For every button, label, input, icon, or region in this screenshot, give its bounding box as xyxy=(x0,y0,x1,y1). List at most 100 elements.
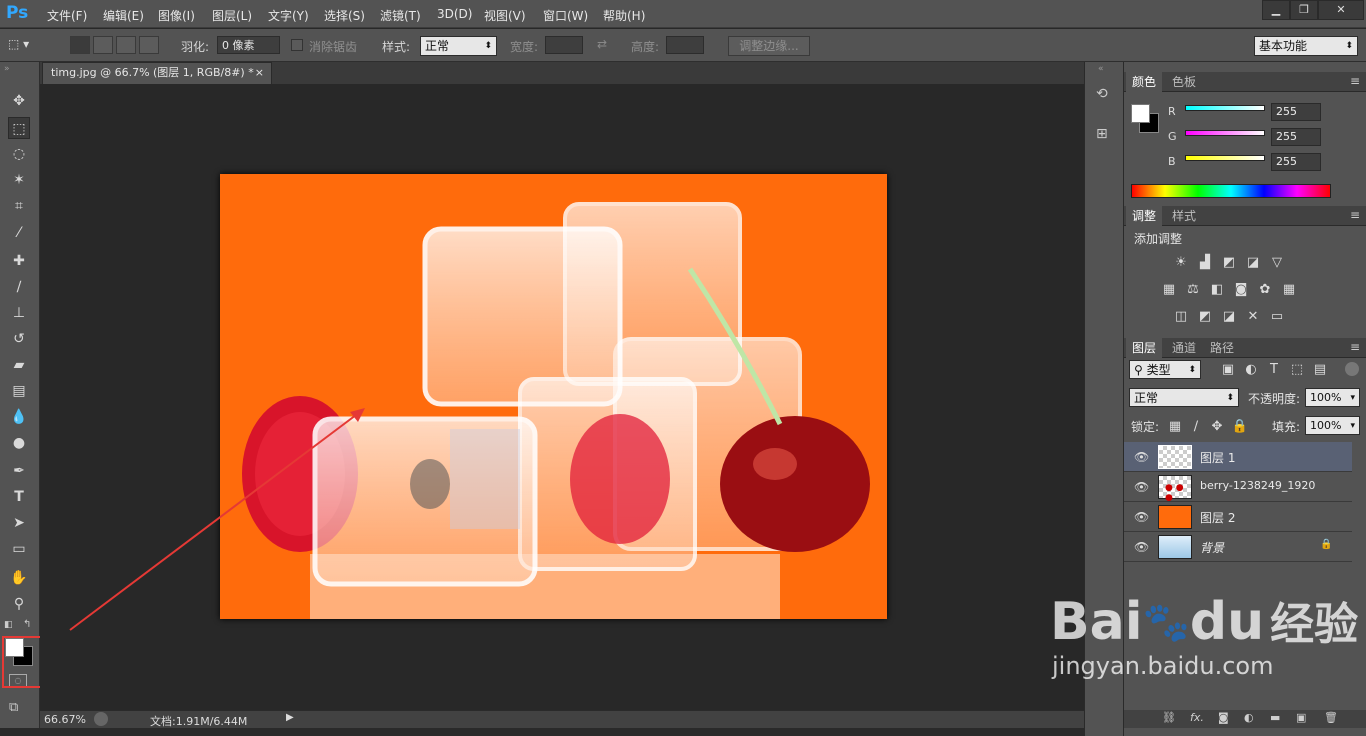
pen-tool-icon[interactable]: ✒ xyxy=(8,460,30,482)
dodge-tool-icon[interactable]: ● xyxy=(8,432,30,454)
channel-g-input[interactable]: 255 xyxy=(1271,128,1321,146)
selective-color-icon[interactable]: ✕ xyxy=(1244,309,1262,325)
clone-stamp-tool-icon[interactable]: ⊥ xyxy=(8,302,30,324)
layer-name[interactable]: berry-1238249_1920 xyxy=(1200,479,1315,492)
history-brush-tool-icon[interactable]: ↺ xyxy=(8,328,30,350)
brightness-icon[interactable]: ☀ xyxy=(1172,255,1190,271)
filter-pixel-icon[interactable]: ▣ xyxy=(1219,362,1237,378)
menu-file[interactable]: 文件(F) xyxy=(47,7,87,24)
fill-input[interactable]: 100% ▾ xyxy=(1305,416,1360,435)
filter-smart-object-icon[interactable]: ▤ xyxy=(1311,362,1329,378)
hand-tool-icon[interactable]: ✋ xyxy=(8,567,30,589)
panel-menu-icon[interactable]: ≡ xyxy=(1350,340,1360,354)
exposure-icon[interactable]: ◪ xyxy=(1244,255,1262,271)
lock-transparent-icon[interactable]: ▦ xyxy=(1166,419,1184,435)
status-menu-icon[interactable] xyxy=(94,712,108,726)
menu-image[interactable]: 图像(I) xyxy=(158,7,195,24)
delete-layer-icon[interactable]: 🗑 xyxy=(1324,711,1338,724)
path-selection-tool-icon[interactable]: ➤ xyxy=(8,512,30,534)
status-arrow-icon[interactable]: ▶ xyxy=(286,712,294,723)
photo-filter-icon[interactable]: ◙ xyxy=(1232,282,1250,298)
filter-type-icon[interactable]: T xyxy=(1265,362,1283,378)
refine-edge-button[interactable]: 调整边缘... xyxy=(728,36,810,56)
posterize-icon[interactable]: ◩ xyxy=(1196,309,1214,325)
layer-row[interactable]: 👁 背景 🔒 xyxy=(1124,532,1352,562)
layer-name[interactable]: 图层 2 xyxy=(1200,509,1235,526)
blend-mode-dropdown[interactable]: 正常 ⬍ xyxy=(1129,388,1239,407)
layer-row[interactable]: 👁 ● ● ● berry-1238249_1920 xyxy=(1124,472,1352,503)
filter-adjustment-icon[interactable]: ◐ xyxy=(1242,362,1260,378)
color-lookup-icon[interactable]: ▦ xyxy=(1280,282,1298,298)
layer-row[interactable]: 👁 图层 1 xyxy=(1124,442,1352,472)
lock-pixels-icon[interactable]: ∕ xyxy=(1187,419,1205,435)
workspace-dropdown[interactable]: 基本功能 ⬍ xyxy=(1254,36,1358,56)
collapse-icon[interactable]: » xyxy=(4,64,10,74)
style-dropdown[interactable]: 正常 ⬍ xyxy=(420,36,497,56)
tab-styles[interactable]: 样式 xyxy=(1166,206,1202,226)
zoom-tool-icon[interactable]: ⚲ xyxy=(8,593,30,615)
zoom-level[interactable]: 66.67% xyxy=(44,713,86,726)
marquee-tool-icon[interactable]: ⬚ xyxy=(8,117,30,139)
tab-adjustments[interactable]: 调整 xyxy=(1126,206,1163,226)
minimize-button[interactable]: ▁ xyxy=(1262,0,1290,20)
tab-layers[interactable]: 图层 xyxy=(1126,338,1163,358)
layer-name[interactable]: 图层 1 xyxy=(1200,449,1235,466)
visibility-eye-icon[interactable]: 👁 xyxy=(1134,480,1149,494)
color-balance-icon[interactable]: ⚖ xyxy=(1184,282,1202,298)
panel-menu-icon[interactable]: ≡ xyxy=(1350,74,1360,88)
feather-input[interactable]: 0 像素 xyxy=(217,36,280,54)
channel-r-input[interactable]: 255 xyxy=(1271,103,1321,121)
channel-b-slider[interactable] xyxy=(1185,155,1265,161)
close-button[interactable]: ✕ xyxy=(1318,0,1364,20)
tab-channels[interactable]: 通道 xyxy=(1166,338,1202,358)
menu-filter[interactable]: 滤镜(T) xyxy=(380,7,421,24)
gradient-tool-icon[interactable]: ▤ xyxy=(8,380,30,402)
curves-icon[interactable]: ◩ xyxy=(1220,255,1238,271)
channel-g-slider[interactable] xyxy=(1185,130,1265,136)
menu-help[interactable]: 帮助(H) xyxy=(603,7,645,24)
channel-mixer-icon[interactable]: ✿ xyxy=(1256,282,1274,298)
opacity-input[interactable]: 100% ▾ xyxy=(1305,388,1360,407)
menu-3d[interactable]: 3D(D) xyxy=(437,7,472,21)
crop-tool-icon[interactable]: ⌗ xyxy=(8,195,30,217)
black-white-icon[interactable]: ◧ xyxy=(1208,282,1226,298)
channel-b-input[interactable]: 255 xyxy=(1271,153,1321,171)
intersect-selection-button[interactable] xyxy=(139,36,159,54)
filter-shape-icon[interactable]: ⬚ xyxy=(1288,362,1306,378)
swap-icon[interactable]: ⇄ xyxy=(597,37,607,51)
layer-filter-dropdown[interactable]: ⚲ 类型 ⬍ xyxy=(1129,360,1201,379)
new-selection-button[interactable] xyxy=(70,36,90,54)
swap-colors-icon[interactable]: ↰ xyxy=(23,619,31,630)
tab-color[interactable]: 颜色 xyxy=(1126,72,1163,92)
new-group-icon[interactable]: ▬ xyxy=(1270,711,1280,724)
menu-edit[interactable]: 编辑(E) xyxy=(103,7,144,24)
visibility-eye-icon[interactable]: 👁 xyxy=(1134,450,1149,464)
vibrance-icon[interactable]: ▽ xyxy=(1268,255,1286,271)
collapse-icon[interactable]: « xyxy=(1098,64,1104,74)
default-colors-icon[interactable]: ◧ xyxy=(4,620,13,630)
add-selection-button[interactable] xyxy=(93,36,113,54)
menu-window[interactable]: 窗口(W) xyxy=(543,7,588,24)
restore-button[interactable]: ❐ xyxy=(1290,0,1318,20)
history-panel-icon[interactable]: ⟲ xyxy=(1096,86,1108,102)
color-spectrum-bar[interactable] xyxy=(1131,184,1331,198)
tab-paths[interactable]: 路径 xyxy=(1204,338,1240,358)
antialias-checkbox[interactable] xyxy=(291,39,303,51)
properties-panel-icon[interactable]: ⊞ xyxy=(1096,126,1108,142)
new-layer-icon[interactable]: ▣ xyxy=(1296,711,1306,724)
visibility-eye-icon[interactable]: 👁 xyxy=(1134,510,1149,524)
layer-name[interactable]: 背景 xyxy=(1200,539,1224,556)
color-foreground-swatch[interactable] xyxy=(1131,104,1150,123)
invert-icon[interactable]: ◫ xyxy=(1172,309,1190,325)
channel-r-slider[interactable] xyxy=(1185,105,1265,111)
document-tab[interactable]: timg.jpg @ 66.7% (图层 1, RGB/8#) * × xyxy=(42,62,272,84)
lasso-tool-icon[interactable]: ◌ xyxy=(8,143,30,165)
marquee-preset-icon[interactable]: ⬚ ▾ xyxy=(8,37,48,55)
layer-style-icon[interactable]: fx. xyxy=(1190,711,1204,724)
menu-type[interactable]: 文字(Y) xyxy=(268,7,309,24)
move-tool-icon[interactable]: ✥ xyxy=(8,90,30,112)
add-mask-icon[interactable]: ◙ xyxy=(1218,711,1229,724)
layer-row[interactable]: 👁 图层 2 xyxy=(1124,502,1352,532)
threshold-icon[interactable]: ◪ xyxy=(1220,309,1238,325)
lock-all-icon[interactable]: 🔒 xyxy=(1231,419,1249,435)
